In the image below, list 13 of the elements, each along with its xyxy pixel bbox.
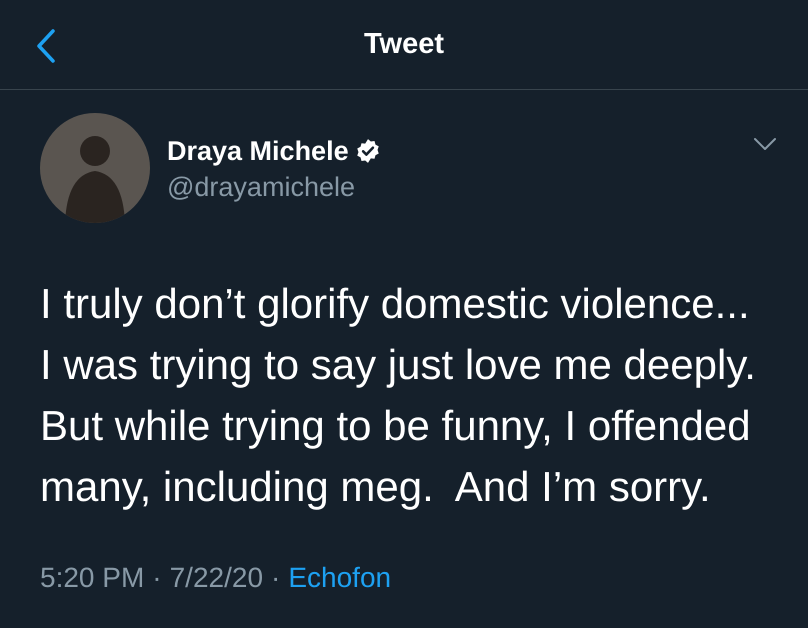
tweet-meta-text: 5:20 PM <box>40 561 144 595</box>
tweet-text: I truly don’t glorify domestic violence... I was trying to say just love me deeply. But while trying to be funny, I offended many, including meg. And I’m sorry. <box>39 279 757 512</box>
page-title: Tweet <box>364 26 444 62</box>
tweet-meta-text: · <box>271 561 280 595</box>
tweet-meta-text: · <box>152 561 162 595</box>
back-icon <box>36 29 56 63</box>
more-button[interactable] <box>752 136 778 152</box>
source-link[interactable]: Echofon <box>288 557 392 599</box>
back-button[interactable] <box>34 28 58 64</box>
author-name[interactable]: Draya Michele <box>167 134 349 168</box>
author-handle: @drayamichele <box>167 171 356 204</box>
tweet-meta-text: 7/22/20 <box>170 561 264 595</box>
chevron-down-icon <box>753 137 777 151</box>
